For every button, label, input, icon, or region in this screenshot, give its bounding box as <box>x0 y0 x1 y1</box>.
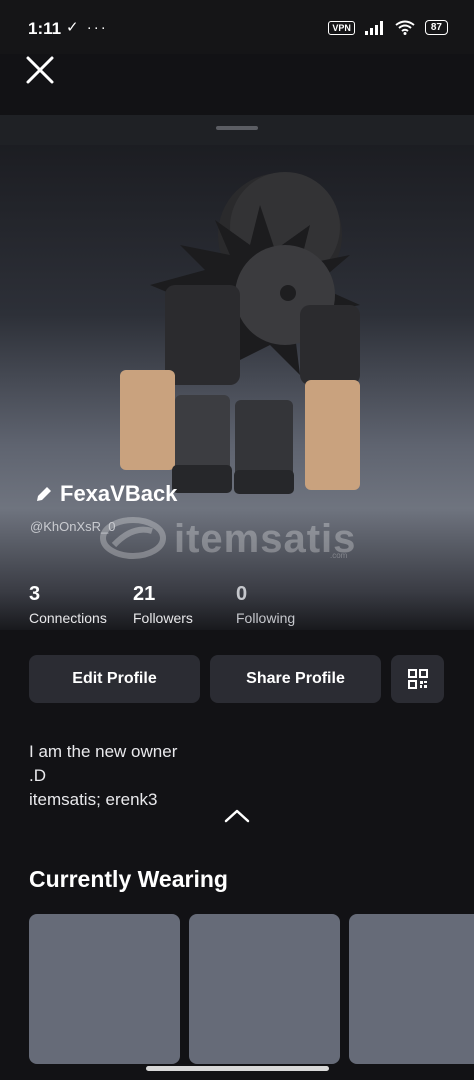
status-right-icons: VPN 87 <box>328 20 448 35</box>
stat-followers[interactable]: 21 Followers <box>133 583 193 626</box>
sheet-header <box>0 115 474 145</box>
stat-label: Followers <box>133 610 193 626</box>
stat-count: 3 <box>29 583 41 605</box>
battery-icon: 87 <box>424 20 448 35</box>
stat-label: Connections <box>29 610 107 626</box>
share-profile-button[interactable]: Share Profile <box>210 655 381 703</box>
home-indicator <box>146 1066 329 1071</box>
watermark: itemsatis .com <box>100 515 380 565</box>
chevron-up-icon <box>224 809 250 823</box>
stat-connections[interactable]: 3 Connections <box>29 583 107 626</box>
currently-wearing-title: Currently Wearing <box>29 866 228 892</box>
wearing-item-tile[interactable] <box>349 914 474 1064</box>
status-time: 1:11 <box>28 19 62 38</box>
wearing-item-tile[interactable] <box>29 914 180 1064</box>
stat-count: 21 <box>133 583 156 605</box>
bio-line: .D <box>29 766 46 785</box>
stat-count: 0 <box>236 583 248 605</box>
username: @KhOnXsR_0 <box>30 519 116 534</box>
watermark-domain: .com <box>330 551 348 560</box>
close-icon <box>26 56 54 84</box>
status-bar: 1:11 ✓ ··· VPN 87 <box>0 0 474 54</box>
stat-following[interactable]: 0 Following <box>236 583 295 626</box>
collapse-bio-button[interactable] <box>222 806 252 826</box>
profile-bio: I am the new owner .D itemsatis; erenk3 <box>29 740 177 812</box>
drag-handle[interactable] <box>216 126 258 130</box>
display-name-row[interactable]: FexaVBack <box>34 481 177 507</box>
display-name: FexaVBack <box>60 481 178 506</box>
stat-label: Following <box>236 610 296 626</box>
bio-line: I am the new owner <box>29 742 178 761</box>
profile-hero: itemsatis .com FexaVBack @KhOnXsR_0 3 Co… <box>0 145 474 630</box>
qr-code-button[interactable] <box>391 655 444 703</box>
bio-line: itemsatis; erenk3 <box>29 790 158 809</box>
signal-icon <box>364 20 383 35</box>
vpn-icon: VPN <box>328 20 355 35</box>
pencil-icon <box>37 487 51 501</box>
notification-icons: ✓ ··· <box>66 19 108 36</box>
wearing-item-tile[interactable] <box>189 914 340 1064</box>
close-button[interactable] <box>22 52 58 88</box>
qr-code-icon <box>407 669 428 689</box>
avatar-image <box>120 172 360 494</box>
edit-profile-button[interactable]: Edit Profile <box>29 655 200 703</box>
wifi-icon <box>395 20 415 35</box>
